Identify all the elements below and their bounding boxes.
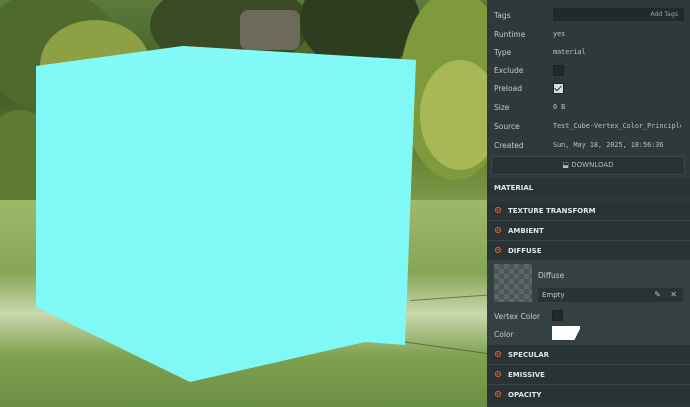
edit-icon[interactable]: ✎ (654, 290, 661, 299)
color-label: Color (494, 330, 514, 339)
texture-transform-section-header[interactable]: TEXTURE TRANSFORM (487, 201, 690, 220)
add-tags-button[interactable]: Add Tags (650, 11, 678, 18)
download-label: DOWNLOAD (571, 161, 614, 169)
ambient-label: AMBIENT (508, 227, 544, 235)
preload-checkbox[interactable] (553, 83, 564, 94)
specular-label: SPECULAR (508, 351, 550, 359)
diffuse-texture-label: Diffuse (538, 271, 565, 280)
type-row: Type material (487, 44, 690, 62)
diffuse-label: DIFFUSE (508, 247, 542, 255)
diffuse-texture-value: Empty (542, 291, 565, 299)
source-row: Source Test_Cube-Vertex_Color_Principled… (487, 118, 690, 136)
collapsed-arrow-icon (495, 227, 501, 233)
exclude-row: Exclude (487, 62, 690, 80)
preload-label: Preload (494, 84, 522, 93)
color-swatch[interactable] (552, 326, 580, 340)
runtime-row: Runtime yes (487, 26, 690, 44)
vertex-color-checkbox[interactable] (552, 310, 563, 321)
type-value: material (553, 48, 586, 56)
source-value[interactable]: Test_Cube-Vertex_Color_Principled_ (553, 122, 681, 130)
opacity-label: OPACITY (508, 391, 542, 399)
size-label: Size (494, 103, 510, 112)
3d-viewport[interactable] (0, 0, 487, 407)
cube-front-face (36, 46, 416, 382)
specular-section-header[interactable]: SPECULAR (487, 345, 690, 364)
cube-mesh[interactable] (0, 0, 487, 407)
vertex-color-label: Vertex Color (494, 312, 541, 321)
tags-label: Tags (494, 11, 511, 20)
source-label: Source (494, 122, 520, 131)
texture-transform-label: TEXTURE TRANSFORM (508, 207, 596, 215)
download-icon: ⬓ (562, 161, 570, 169)
close-icon[interactable]: ✕ (670, 290, 677, 299)
tags-row: Tags Add Tags (487, 6, 690, 24)
type-label: Type (494, 48, 512, 57)
created-row: Created Sun, May 18, 2025, 18:56:36 (487, 137, 690, 155)
collapsed-arrow-icon (495, 207, 501, 213)
created-label: Created (494, 141, 524, 150)
expanded-arrow-icon (495, 247, 501, 253)
collapsed-arrow-icon (495, 371, 501, 377)
exclude-label: Exclude (494, 66, 524, 75)
collapsed-arrow-icon (495, 351, 501, 357)
inspector-panel: Tags Add Tags Runtime yes Type material … (487, 0, 690, 407)
size-row: Size 0 B (487, 99, 690, 117)
diffuse-section-body: Diffuse Empty ✎ ✕ Vertex Color Color (487, 260, 690, 345)
created-value: Sun, May 18, 2025, 18:56:36 (553, 141, 664, 149)
diffuse-section-header[interactable]: DIFFUSE (487, 241, 690, 260)
collapsed-arrow-icon (495, 391, 501, 397)
diffuse-texture-thumbnail[interactable] (494, 264, 532, 302)
ambient-section-header[interactable]: AMBIENT (487, 221, 690, 240)
preload-row: Preload (487, 80, 690, 98)
download-button[interactable]: ⬓ DOWNLOAD (491, 156, 685, 175)
material-section-header[interactable]: MATERIAL (487, 178, 690, 197)
runtime-value: yes (553, 30, 566, 38)
size-value: 0 B (553, 103, 566, 111)
emissive-label: EMISSIVE (508, 371, 545, 379)
diffuse-texture-field[interactable]: Empty ✎ ✕ (538, 288, 683, 302)
emissive-section-header[interactable]: EMISSIVE (487, 365, 690, 384)
exclude-checkbox[interactable] (553, 65, 564, 76)
opacity-section-header[interactable]: OPACITY (487, 385, 690, 404)
runtime-label: Runtime (494, 30, 526, 39)
tags-input[interactable]: Add Tags (553, 8, 684, 21)
material-section-label: MATERIAL (494, 184, 534, 192)
